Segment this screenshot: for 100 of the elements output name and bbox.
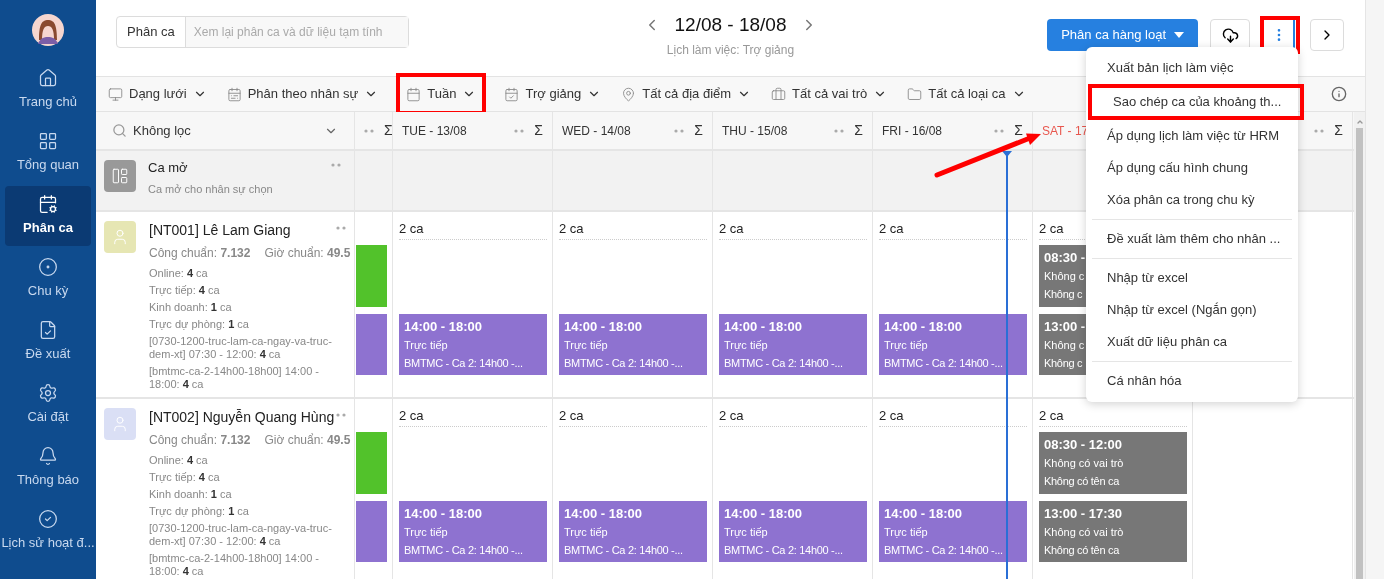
shift-count: 2 ca (879, 408, 905, 424)
filter-dropdown[interactable]: Tất cả loại ca (905, 80, 1028, 108)
shift-card[interactable]: 13:00 - 17:30 Không có vai trò Không có tên ca (1039, 501, 1187, 562)
sidebar-item[interactable]: Tổng quan (5, 123, 91, 183)
shift-card[interactable]: 14:00 - 18:00 Trực tiếp BMTMC - Ca 2: 14h00 -... (879, 314, 1027, 375)
filter-dropdown[interactable]: Dạng lưới (106, 80, 209, 108)
employee-filter[interactable]: Không lọc (112, 120, 191, 141)
check-circle-icon (38, 509, 58, 530)
shift-time: 14:00 - 18:00 (884, 318, 963, 336)
shift-card[interactable]: 14:00 - 18:00 Trực tiếp BMTMC - Ca 2: 14h00 -... (719, 314, 867, 375)
shift-time: 14:00 - 18:00 (404, 505, 483, 523)
sum-symbol[interactable]: Σ (1334, 120, 1343, 141)
sidebar-item[interactable]: Chu kỳ (5, 249, 91, 309)
shift-time: 08:30 - (1044, 249, 1086, 267)
document-check-icon (38, 320, 58, 341)
shift-count: 2 ca (719, 221, 745, 237)
sidebar-item[interactable]: Phân ca (5, 186, 91, 246)
folder-icon (907, 86, 923, 102)
sidebar-item[interactable]: Đề xuất (5, 312, 91, 372)
shift-count: 2 ca (399, 408, 425, 424)
menu-item[interactable]: Xóa phân ca trong chu kỳ (1086, 184, 1298, 216)
menu-item[interactable]: Nhập từ excel (Ngắn gọn) (1092, 294, 1292, 326)
menu-item[interactable]: Cá nhân hóa (1092, 365, 1292, 397)
shift-role: Trực tiếp (404, 338, 448, 353)
avatar[interactable] (32, 14, 64, 46)
shift-role: Trực tiếp (724, 338, 768, 353)
sum-symbol[interactable]: Σ (384, 120, 392, 141)
user-icon (111, 415, 129, 433)
menu-item[interactable]: Nhập từ excel (1092, 262, 1292, 294)
scroll-up-icon[interactable] (1355, 118, 1364, 126)
more-dots-icon[interactable] (994, 128, 1005, 133)
shift-name: BMTMC - Ca 2: 14h00 -... (564, 543, 683, 558)
menu-item[interactable]: Sao chép ca của khoảng th... (1092, 86, 1300, 118)
shift-card[interactable]: 14:00 - 18:00 Trực tiếp BMTMC - Ca 2: 14h00 -... (399, 314, 547, 375)
shift-stat: Trực tiếp: 4 ca (149, 284, 221, 297)
info-icon[interactable] (1331, 86, 1347, 102)
shift-stat: Kinh doanh: 1 ca (149, 301, 233, 314)
shift-time: 14:00 - 18:00 (564, 318, 643, 336)
shift-count: 2 ca (559, 221, 585, 237)
filter-dropdown[interactable]: Tất cả địa điểm (619, 80, 754, 108)
shift-name: Không có tên ca (1044, 474, 1119, 489)
menu-item[interactable]: Áp dụng lịch làm việc từ HRM (1086, 120, 1298, 152)
expand-panel-button[interactable] (1310, 19, 1344, 51)
shift-role: Trực tiếp (564, 525, 608, 540)
menu-item[interactable]: Đề xuất làm thêm cho nhân ... (1092, 223, 1292, 255)
more-dots-icon[interactable] (834, 128, 845, 133)
sidebar-item[interactable]: Trang chủ (5, 60, 91, 120)
module-tab[interactable]: Phân ca (117, 17, 186, 47)
shift-stat: [bmtmc-ca-2-14h00-18h00] 14:00 - 18:00: 4 ca (149, 365, 320, 391)
shift-card[interactable]: 14:00 - 18:00 Trực tiếp BMTMC - Ca 2: 14h00 -... (719, 501, 867, 562)
sum-symbol[interactable]: Σ (694, 120, 703, 141)
shift-name: BMTMC - Ca 2: 14h00 -... (724, 543, 843, 558)
scrollbar[interactable] (1354, 112, 1365, 579)
shift-count: 2 ca (399, 221, 425, 237)
briefcase-icon (771, 86, 787, 102)
standard-hours: Giờ chuẩn: 49.5 (264, 245, 351, 262)
shift-stat: [bmtmc-ca-2-14h00-18h00] 14:00 - 18:00: 4 ca (149, 552, 320, 578)
filter-dropdown[interactable]: Tất cả vai trò (769, 80, 890, 108)
menu-item[interactable]: Xuất bản lịch làm việc (1086, 52, 1298, 84)
review-field[interactable]: Xem lại phân ca và dữ liệu tạm tính (185, 17, 408, 47)
open-shift-subtitle: Ca mở cho nhân sự chọn (148, 182, 273, 197)
shift-time: 08:30 - 12:00 (1044, 436, 1123, 454)
employee-name: [NT001] Lê Lam Giang (149, 221, 291, 239)
menu-item[interactable]: Xuất dữ liệu phân ca (1092, 326, 1292, 358)
shift-count: 2 ca (1039, 221, 1065, 237)
shift-role: Không c (1044, 338, 1085, 353)
filter-dropdown[interactable]: Phân theo nhân sự (224, 80, 381, 108)
menu-item[interactable]: Áp dụng cấu hình chung (1086, 152, 1298, 184)
sidebar-item[interactable]: Cài đặt (5, 375, 91, 435)
sum-symbol[interactable]: Σ (1014, 120, 1023, 141)
shift-card[interactable]: 14:00 - 18:00 Trực tiếp BMTMC - Ca 2: 14h00 -... (879, 501, 1027, 562)
shift-name: BMTMC - Ca 2: 14h00 -... (884, 543, 1003, 558)
more-dots-icon[interactable] (674, 128, 685, 133)
shift-name: Không c (1044, 287, 1083, 302)
shift-name: BMTMC - Ca 2: 14h00 -... (404, 543, 523, 558)
more-dots-icon[interactable] (336, 226, 346, 230)
shift-time: 14:00 - 18:00 (884, 505, 963, 523)
bell-icon (38, 446, 58, 467)
target-icon (38, 257, 58, 278)
sum-symbol[interactable]: Σ (534, 120, 543, 141)
sidebar-item[interactable]: Thông báo (5, 438, 91, 498)
more-dots-icon[interactable] (331, 163, 341, 167)
monitor-icon (108, 86, 123, 102)
more-dots-icon[interactable] (514, 128, 525, 133)
shift-card[interactable]: 14:00 - 18:00 Trực tiếp BMTMC - Ca 2: 14h00 -... (399, 501, 547, 562)
shift-card[interactable]: 14:00 - 18:00 Trực tiếp BMTMC - Ca 2: 14h00 -... (559, 501, 707, 562)
shift-name: BMTMC - Ca 2: 14h00 -... (724, 356, 843, 371)
schedule-subtitle: Lịch làm việc: Trợ giảng (666, 41, 795, 59)
day-header: FRI - 16/08 (882, 122, 943, 140)
more-dots-icon[interactable] (1314, 128, 1325, 133)
filter-dropdown[interactable]: Trợ giảng (502, 80, 604, 108)
shift-name: Không có tên ca (1044, 543, 1119, 558)
sum-symbol[interactable]: Σ (854, 120, 863, 141)
shift-name: BMTMC - Ca 2: 14h00 -... (564, 356, 683, 371)
more-dots-icon[interactable] (336, 413, 346, 417)
bulk-assign-button[interactable]: Phân ca hàng loạt (1047, 19, 1198, 51)
more-dots-icon[interactable] (364, 128, 374, 133)
shift-card[interactable]: 08:30 - 12:00 Không có vai trò Không có tên ca (1039, 432, 1187, 494)
shift-card[interactable]: 14:00 - 18:00 Trực tiếp BMTMC - Ca 2: 14h00 -... (559, 314, 707, 375)
filter-dropdown[interactable]: Tuần (404, 80, 479, 108)
